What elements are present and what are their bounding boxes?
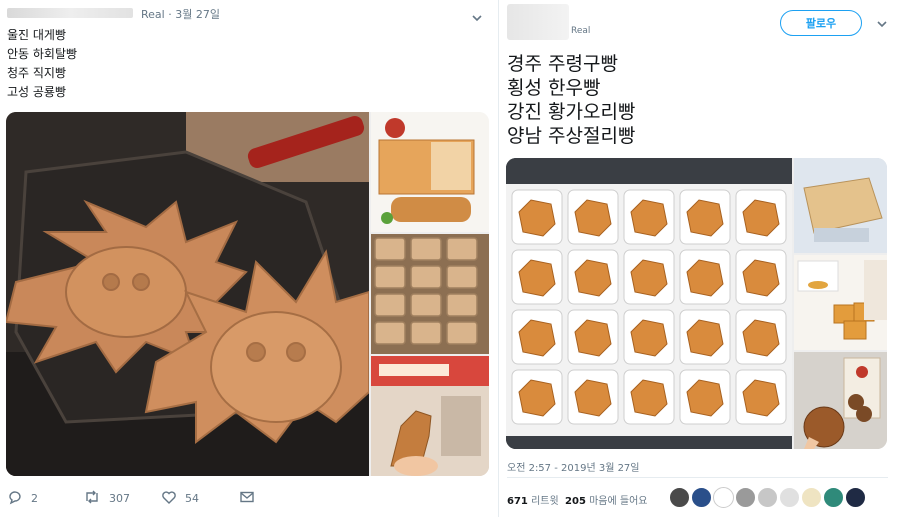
avatar[interactable] [757,487,778,508]
media-grid [506,158,887,449]
tweet-text: 울진 대게빵 안동 하회탈빵 청주 직지빵 고성 공룡빵 [7,26,207,102]
avatar[interactable] [801,487,822,508]
left-tweet: Real · 3월 27일 울진 대게빵 안동 하회탈빵 청주 직지빵 고성 공… [0,0,495,517]
photo-product-box[interactable] [371,112,489,232]
tweet-timestamp: 오전 2:57 - 2019년 3월 27일 [507,463,640,474]
blurred-user-name [7,8,133,18]
user-handle: Real [571,26,591,36]
photo-round-bread[interactable] [794,352,887,449]
blurred-user-avatar [507,4,569,40]
avatar[interactable] [735,487,756,508]
photo-bread-plate[interactable] [794,255,887,350]
likes-count[interactable]: 205 [565,496,586,507]
like-action[interactable]: 54 [161,489,199,507]
avatar[interactable] [713,487,734,508]
media-grid [6,112,489,476]
tweet-line: 양남 주상절리빵 [507,125,636,147]
photo-dinosaur-bread[interactable] [371,356,489,476]
tweet-text: 경주 주령구빵 횡성 한우빵 강진 황가오리빵 양남 주상절리빵 [507,52,807,148]
chevron-down-icon[interactable] [875,16,889,30]
tweet-line: 강진 황가오리빵 [507,101,636,123]
avatar[interactable] [779,487,800,508]
retweet-count: 307 [109,491,130,505]
right-tweet: Real 팔로우 경주 주령구빵 횡성 한우빵 강진 황가오리빵 양남 주상절리… [498,0,900,517]
retweets-label[interactable]: 리트윗 [531,496,559,507]
photo-bread-in-hand[interactable] [794,158,887,253]
avatar[interactable] [691,487,712,508]
liker-avatars [669,487,866,509]
photo-crab-bread[interactable] [6,112,369,476]
tweet-line: 경주 주령구빵 [507,53,618,75]
message-icon[interactable] [239,489,255,508]
avatar[interactable] [669,487,690,508]
reply-icon[interactable] [7,489,23,508]
likes-label[interactable]: 마음에 들어요 [589,496,647,507]
photo-stamped-bread[interactable] [371,234,489,354]
tweet-line: 횡성 한우빵 [507,77,601,99]
tweet-line: 고성 공룡빵 [7,85,67,99]
handle-and-date: Real · 3월 27일 [141,8,220,21]
divider [507,477,888,478]
like-icon[interactable] [161,489,177,508]
tweet-actions: 2 307 54 [7,489,307,507]
photo-dice-bread-box[interactable] [506,158,792,449]
retweet-action[interactable]: 307 [83,489,130,507]
engagement-stats: 671 리트윗 205 마음에 들어요 [507,492,647,507]
retweets-count[interactable]: 671 [507,496,528,507]
avatar[interactable] [823,487,844,508]
retweet-icon[interactable] [83,489,101,508]
tweet-header: Real · 3월 27일 [7,6,237,21]
like-count: 54 [185,491,199,505]
tweet-line: 안동 하회탈빵 [7,47,78,61]
tweet-line: 울진 대게빵 [7,28,67,42]
follow-button[interactable]: 팔로우 [780,10,862,36]
tweet-line: 청주 직지빵 [7,66,67,80]
avatar[interactable] [845,487,866,508]
reply-count: 2 [31,491,38,505]
message-action[interactable] [239,489,255,507]
more-chevron-icon[interactable] [470,10,484,24]
reply-action[interactable]: 2 [7,489,38,507]
